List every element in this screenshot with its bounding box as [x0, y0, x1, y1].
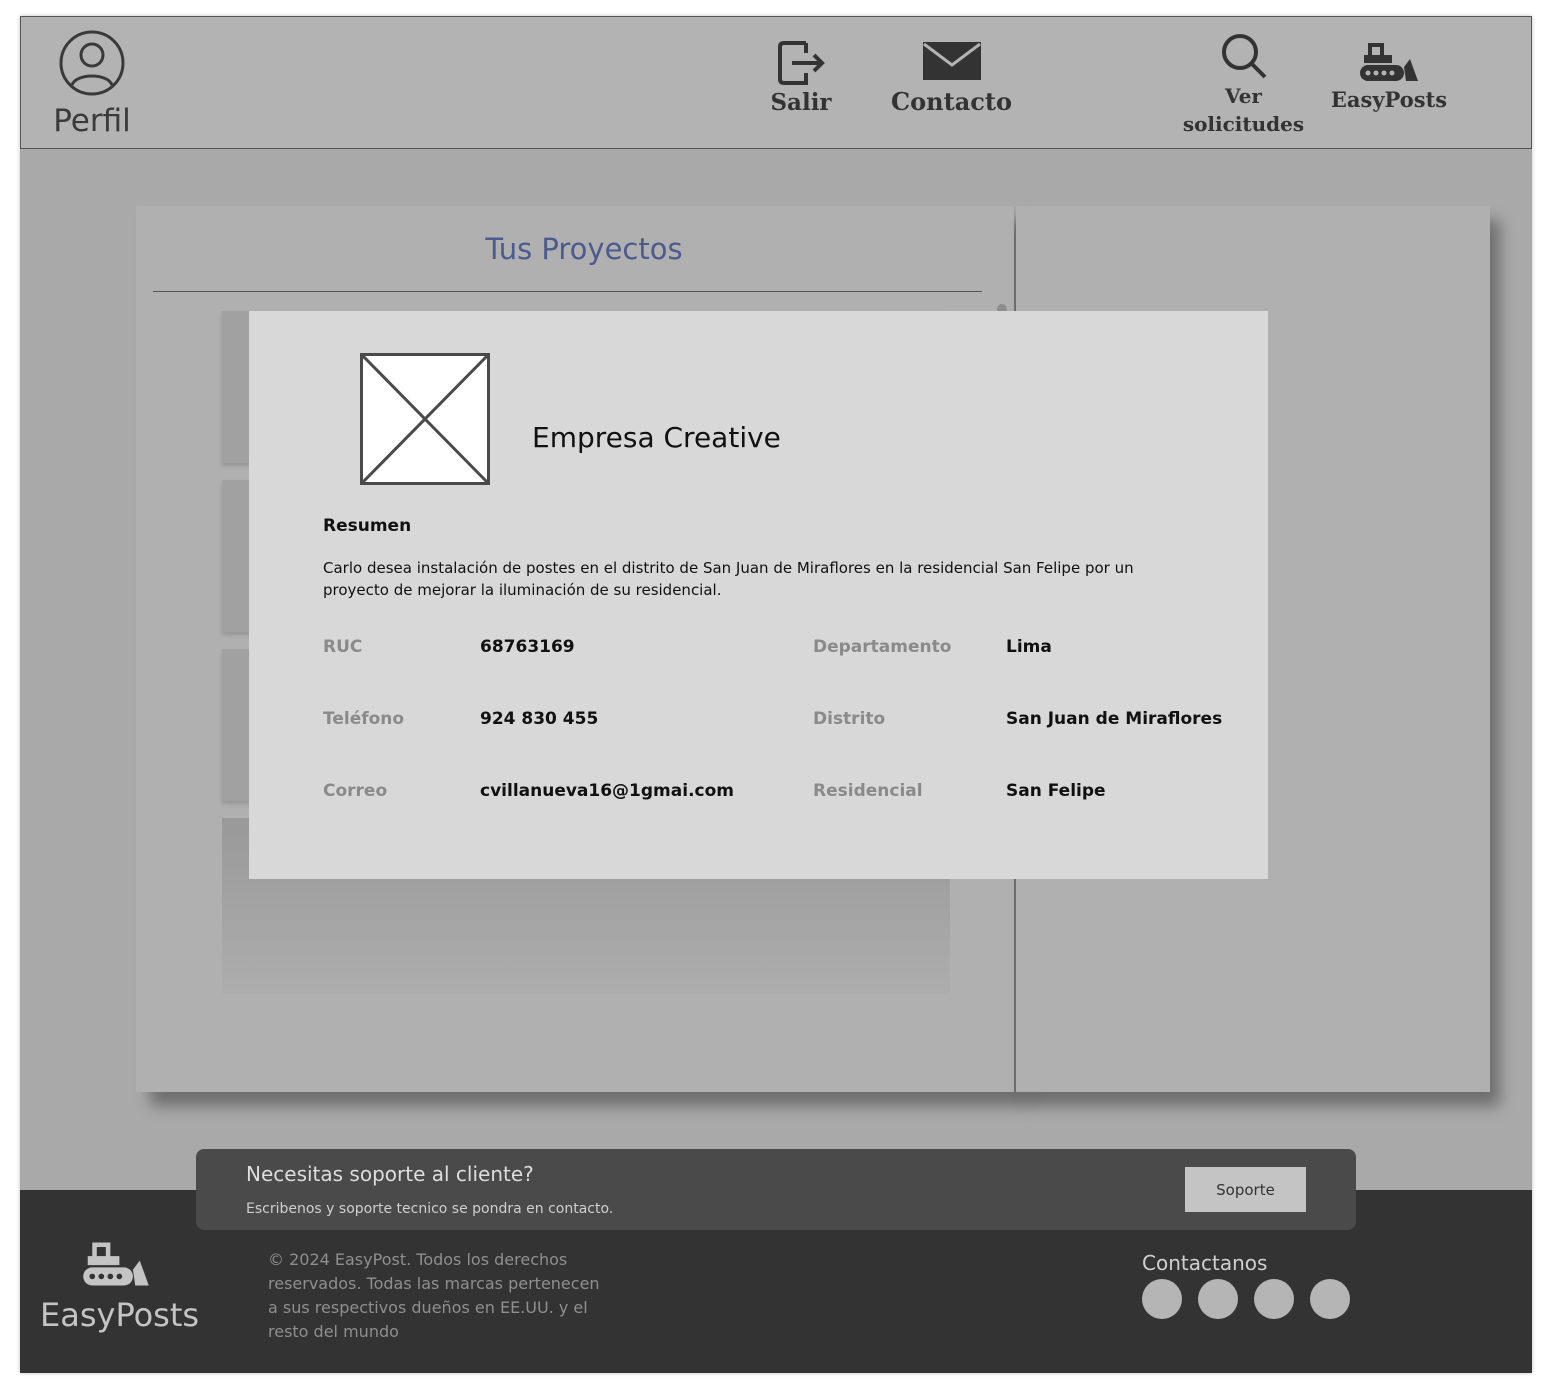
projects-title: Tus Proyectos [485, 232, 683, 266]
company-name: Empresa Creative [532, 421, 781, 454]
bulldozer-icon [83, 1242, 149, 1286]
nav-contact-label: Contacto [891, 87, 1012, 116]
project-detail-modal: Empresa Creative Resumen Carlo desea ins… [249, 311, 1268, 879]
nav-logout[interactable]: Salir [766, 39, 836, 116]
phone-label: Teléfono [323, 709, 405, 729]
social-link[interactable] [1254, 1279, 1294, 1319]
department-label: Departamento [813, 637, 952, 657]
nav-easyposts[interactable]: EasyPosts [1329, 39, 1449, 112]
department-value: Lima [1006, 637, 1052, 657]
email-label: Correo [323, 781, 388, 801]
search-icon [1221, 34, 1266, 79]
district-label: Distrito [813, 709, 886, 729]
ruc-label: RUC [323, 637, 363, 657]
district-value: San Juan de Miraflores [1006, 709, 1223, 729]
phone-value: 924 830 455 [480, 709, 599, 729]
divider [153, 291, 982, 292]
footer-brand: EasyPosts [40, 1296, 200, 1334]
residential-label: Residencial [813, 781, 923, 801]
nav-easyposts-label: EasyPosts [1330, 87, 1448, 112]
social-link[interactable] [1142, 1279, 1182, 1319]
top-nav: Perfil Salir Contacto Ver solicitudes Ea… [20, 16, 1532, 149]
email-value: cvillanueva16@1gmai.com [480, 781, 734, 801]
ruc-value: 68763169 [480, 637, 575, 657]
nav-view-requests-line1: Ver [1225, 84, 1262, 108]
summary-heading: Resumen [323, 516, 412, 536]
support-banner: Necesitas soporte al cliente? Escribenos… [196, 1149, 1356, 1230]
nav-view-requests-line2: solicitudes [1182, 112, 1305, 136]
support-button[interactable]: Soporte [1185, 1167, 1306, 1212]
user-circle-icon [59, 30, 125, 96]
support-title: Necesitas soporte al cliente? [246, 1162, 534, 1186]
contact-heading: Contactanos [1142, 1251, 1268, 1275]
image-placeholder-icon [360, 353, 490, 485]
support-subtitle: Escribenos y soporte tecnico se pondra e… [246, 1201, 614, 1217]
logout-icon [778, 41, 825, 85]
nav-profile-label: Perfil [53, 103, 131, 139]
bulldozer-icon [1360, 43, 1418, 81]
copyright-text: © 2024 EasyPost. Todos los derechos rese… [268, 1250, 600, 1341]
nav-logout-label: Salir [770, 89, 832, 116]
nav-contact[interactable]: Contacto [889, 41, 1014, 116]
page-frame: Perfil Salir Contacto Ver solicitudes Ea… [20, 16, 1532, 1373]
nav-view-requests[interactable]: Ver solicitudes [1181, 31, 1306, 137]
social-link[interactable] [1198, 1279, 1238, 1319]
summary-text: Carlo desea instalación de postes en el … [323, 559, 1134, 599]
envelope-icon [922, 42, 981, 80]
residential-value: San Felipe [1006, 781, 1106, 801]
nav-profile[interactable]: Perfil [51, 29, 133, 139]
social-link[interactable] [1310, 1279, 1350, 1319]
